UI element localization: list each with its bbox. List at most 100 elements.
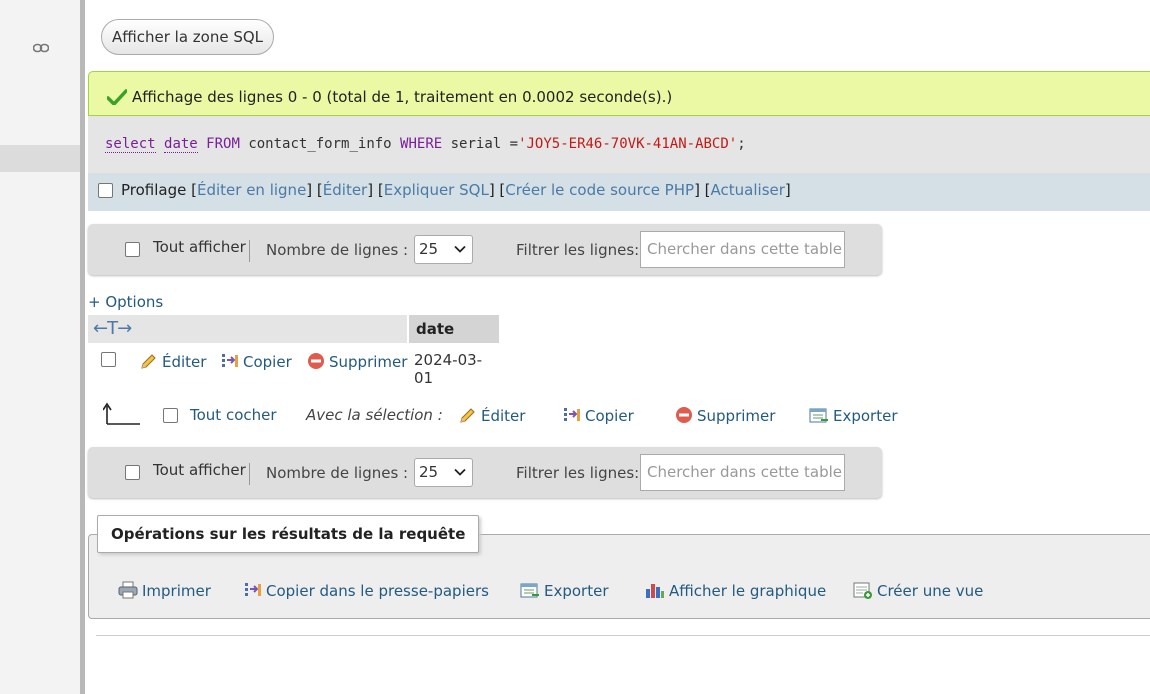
bulk-delete-action[interactable]: Supprimer — [675, 406, 775, 425]
copy-icon — [222, 354, 238, 367]
row-edit-label: Éditer — [162, 353, 207, 371]
sql-string: 'JOY5-ER46-70VK-41AN-ABCD' — [518, 136, 738, 152]
check-all-link[interactable]: Tout cocher — [190, 406, 277, 424]
chevron-down-icon — [454, 245, 466, 253]
rows-count-label: Nombre de lignes : — [266, 464, 409, 482]
table-row: Éditer Copier Supprimer 2024-03-01 — [88, 343, 499, 387]
results-table: ←T→ date Éditer Copier Supprimer 2024-03… — [88, 315, 499, 387]
profiling-label: Profilage — [121, 181, 187, 199]
show-all-checkbox[interactable] — [125, 242, 140, 257]
bulk-edit-action[interactable]: Éditer — [459, 406, 525, 425]
filter-rows-label: Filtrer les lignes: — [516, 241, 640, 259]
separator — [249, 463, 250, 485]
bracket: ] [ — [694, 181, 711, 199]
show-all-label: Tout afficher — [153, 461, 246, 479]
success-check-icon — [107, 89, 127, 105]
options-link[interactable]: + Options — [88, 293, 163, 311]
row-delete-action[interactable]: Supprimer — [307, 352, 407, 371]
row-copy-action[interactable]: Copier — [221, 352, 292, 371]
sql-keyword-select[interactable]: select — [105, 136, 156, 153]
edit-link[interactable]: Éditer — [323, 181, 367, 199]
rows-count-select[interactable]: 25 — [414, 235, 473, 264]
show-chart-action[interactable]: Afficher le graphique — [645, 581, 826, 600]
copy-clipboard-action[interactable]: Copier dans le presse-papiers — [244, 581, 489, 600]
column-header-date[interactable]: date — [407, 315, 499, 343]
print-label: Imprimer — [142, 582, 211, 600]
bracket: ] — [784, 181, 791, 199]
bulk-export-label: Exporter — [833, 407, 898, 425]
copy-icon — [564, 408, 580, 421]
multi-selection-bar: Tout cocher Avec la sélection : Éditer C… — [85, 400, 985, 430]
sql-column[interactable]: date — [164, 136, 198, 153]
refresh-link[interactable]: Actualiser — [711, 181, 785, 199]
filter-rows-label: Filtrer les lignes: — [516, 464, 640, 482]
show-all-label: Tout afficher — [153, 238, 246, 256]
explain-sql-link[interactable]: Expliquer SQL — [384, 181, 489, 199]
query-tools-bar: Profilage [Éditer en ligne] [Éditer] [Ex… — [88, 173, 1150, 211]
delete-icon — [308, 353, 324, 369]
chevron-down-icon — [454, 468, 466, 476]
bulk-export-action[interactable]: Exporter — [809, 406, 898, 425]
show-sql-button[interactable]: Afficher la zone SQL — [101, 19, 274, 55]
rows-count-label: Nombre de lignes : — [266, 241, 409, 259]
create-php-link[interactable]: Créer le code source PHP — [505, 181, 694, 199]
bulk-copy-action[interactable]: Copier — [563, 406, 634, 425]
show-chart-label: Afficher le graphique — [669, 582, 827, 600]
check-all-checkbox[interactable] — [163, 408, 178, 423]
success-message-box: Affichage des lignes 0 - 0 (total de 1, … — [88, 71, 1150, 116]
bracket: ] [ — [367, 181, 384, 199]
main-content: Afficher la zone SQL Affichage des ligne… — [85, 0, 1150, 694]
export-label: Exporter — [544, 582, 609, 600]
sql-query: select date FROM contact_form_info WHERE… — [105, 136, 746, 153]
operations-legend: Opérations sur les résultats de la requê… — [97, 515, 480, 553]
rows-count-value: 25 — [419, 240, 439, 258]
print-action[interactable]: Imprimer — [118, 581, 211, 600]
create-view-action[interactable]: Créer une vue — [853, 581, 983, 600]
show-all-checkbox[interactable] — [125, 465, 140, 480]
edit-inline-link[interactable]: Éditer en ligne — [197, 181, 306, 199]
export-icon — [520, 583, 539, 598]
pencil-icon — [460, 408, 475, 423]
with-selection-label: Avec la sélection : — [306, 406, 443, 424]
filter-rows-input[interactable]: Chercher dans cette table — [640, 454, 845, 491]
rows-count-select[interactable]: 25 — [414, 458, 473, 487]
create-view-icon — [853, 582, 872, 599]
cell-date: 2024-03-01 — [414, 351, 483, 387]
row-copy-label: Copier — [243, 353, 292, 371]
copy-icon — [245, 583, 261, 596]
navigation-bar-top: Tout afficher Nombre de lignes : 25 Filt… — [88, 224, 882, 275]
bulk-delete-label: Supprimer — [697, 407, 776, 425]
navigation-bar-bottom: Tout afficher Nombre de lignes : 25 Filt… — [88, 447, 882, 498]
bracket: ] [ — [488, 181, 506, 199]
bracket: ] [ — [306, 181, 323, 199]
delete-icon — [676, 407, 692, 423]
profiling-checkbox[interactable] — [98, 183, 113, 198]
sql-keyword-from: FROM — [206, 136, 240, 152]
link-icon[interactable] — [33, 43, 49, 53]
bulk-copy-label: Copier — [585, 407, 634, 425]
sql-semicolon: ; — [737, 136, 746, 152]
row-delete-label: Supprimer — [329, 353, 408, 371]
table-header: ←T→ date — [88, 315, 499, 343]
export-action[interactable]: Exporter — [520, 581, 609, 600]
row-edit-action[interactable]: Éditer — [140, 352, 206, 371]
rows-count-value: 25 — [419, 463, 439, 481]
copy-clipboard-label: Copier dans le presse-papiers — [266, 582, 489, 600]
left-navigation — [0, 0, 80, 694]
create-view-label: Créer une vue — [877, 582, 984, 600]
divider — [96, 635, 1150, 636]
pencil-icon — [141, 354, 156, 369]
separator — [249, 240, 250, 262]
bracket: [ — [186, 181, 197, 199]
bulk-edit-label: Éditer — [481, 407, 526, 425]
printer-icon — [118, 581, 138, 599]
success-message: Affichage des lignes 0 - 0 (total de 1, … — [132, 88, 673, 106]
row-checkbox[interactable] — [101, 352, 116, 367]
sql-keyword-where: WHERE — [400, 136, 443, 152]
column-arrows-icon[interactable]: ←T→ — [93, 318, 132, 339]
filter-rows-input[interactable]: Chercher dans cette table — [640, 231, 845, 268]
sql-condition: serial = — [442, 136, 519, 152]
bar-chart-icon — [646, 584, 664, 598]
sql-table: contact_form_info — [239, 136, 401, 152]
selected-nav-item[interactable] — [0, 145, 80, 172]
